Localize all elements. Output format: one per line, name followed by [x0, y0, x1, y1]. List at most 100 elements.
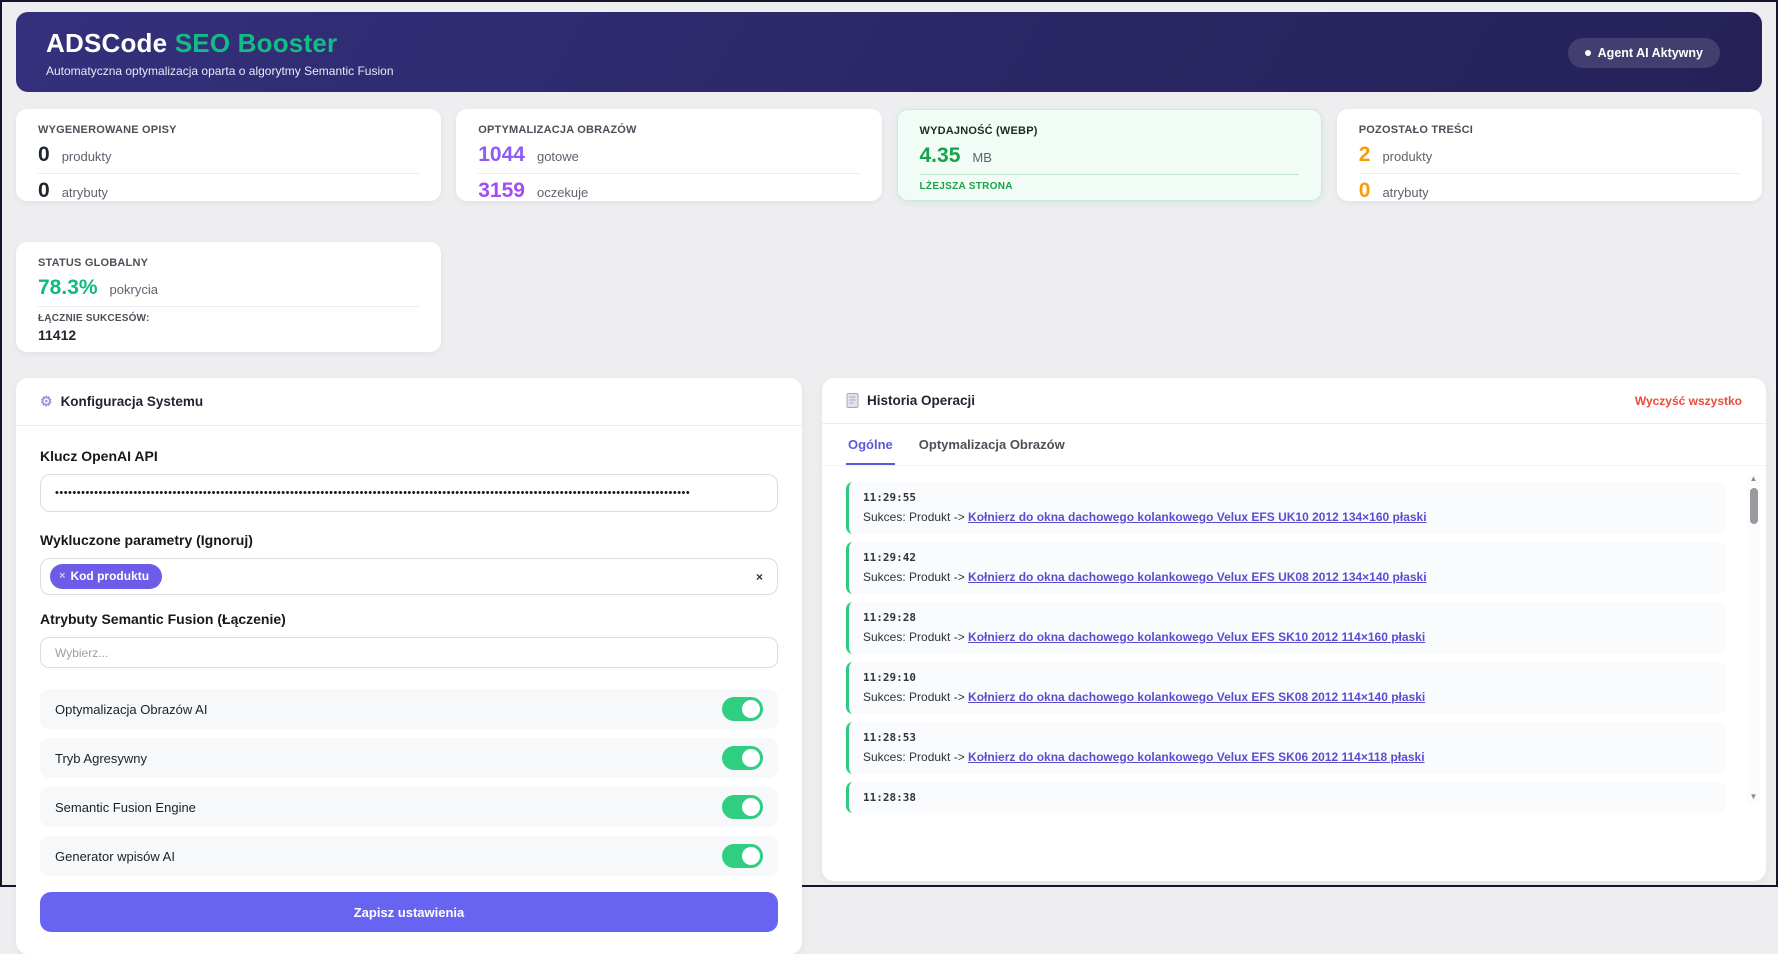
clear-all-link[interactable]: Wyczyść wszystko	[1635, 394, 1742, 408]
stat-value: 0	[38, 179, 50, 203]
stat-card-performance: WYDAJNOŚĆ (WEBP) 4.35 MB LŻEJSZA STRONA	[896, 109, 1322, 201]
fusion-attributes-label: Atrybuty Semantic Fusion (Łączenie)	[40, 611, 286, 627]
log-product-link[interactable]: Kołnierz do okna dachowego kolankowego V…	[968, 630, 1425, 644]
log-entry: 11:29:55 Sukces: Produkt -> Kołnierz do …	[846, 482, 1726, 534]
tag-remove-icon[interactable]: ×	[59, 570, 65, 582]
agent-badge-label: Agent AI Aktywny	[1597, 46, 1703, 60]
log-entry: 11:28:53 Sukces: Produkt -> Kołnierz do …	[846, 722, 1726, 774]
log-entry: 11:29:28 Sukces: Produkt -> Kołnierz do …	[846, 602, 1726, 654]
history-scrollbar[interactable]: ▲ ▼	[1747, 474, 1760, 804]
log-message: Sukces: Produkt -> Kołnierz do okna dach…	[863, 750, 1712, 764]
scroll-up-icon[interactable]: ▲	[1750, 474, 1758, 486]
tab-image-optimization[interactable]: Optymalizacja Obrazów	[917, 424, 1067, 465]
stat-value: 0	[1358, 179, 1371, 203]
stat-unit: atrybuty	[61, 185, 108, 201]
toggle-label: Generator wpisów AI	[55, 848, 175, 864]
stat-value: 78.3%	[38, 276, 98, 299]
scroll-down-icon[interactable]: ▼	[1750, 792, 1758, 804]
stat-value: 3159	[478, 179, 525, 203]
stat-unit: atrybuty	[1382, 185, 1429, 201]
log-time: 11:28:38	[863, 791, 916, 804]
toggle-label: Semantic Fusion Engine	[55, 799, 196, 815]
history-log-area: 11:29:55 Sukces: Produkt -> Kołnierz do …	[822, 466, 1766, 814]
toggle-switch[interactable]	[722, 844, 763, 868]
stat-unit: produkty	[1382, 149, 1433, 164]
toggle-knob	[742, 847, 760, 865]
config-panel-title: ⚙ Konfiguracja Systemu	[40, 393, 203, 410]
toggle-knob	[742, 700, 760, 718]
stat-value: 0	[38, 143, 50, 166]
log-time: 11:28:53	[863, 731, 916, 744]
log-message: Sukces: Produkt -> Kołnierz do okna dach…	[863, 690, 1712, 704]
document-icon	[846, 393, 859, 408]
log-entry: 11:29:10 Sukces: Produkt -> Kołnierz do …	[846, 662, 1726, 714]
excluded-param-tag[interactable]: × Kod produktu	[50, 564, 163, 589]
toggle-row-ai-posts-generator: Generator wpisów AI	[40, 836, 778, 876]
save-settings-button[interactable]: Zapisz ustawienia	[40, 892, 778, 932]
main-content: ⚙ Konfiguracja Systemu Klucz OpenAI API …	[16, 378, 1766, 954]
stat-card-footer: LŻEJSZA STRONA	[919, 181, 1013, 193]
stat-unit: gotowe	[536, 149, 579, 164]
fusion-attributes-input[interactable]	[40, 637, 778, 668]
stats-grid: WYGENEROWANE OPISY 0 produkty 0 atrybuty…	[16, 109, 1762, 352]
config-title-text: Konfiguracja Systemu	[60, 394, 204, 409]
log-product-link[interactable]: Kołnierz do okna dachowego kolankowego V…	[968, 510, 1427, 524]
toggle-row-aggressive-mode: Tryb Agresywny	[40, 738, 778, 778]
toggle-switch[interactable]	[722, 697, 763, 721]
history-title-text: Historia Operacji	[867, 393, 976, 408]
api-key-input[interactable]: ••••••••••••••••••••••••••••••••••••••••…	[40, 474, 778, 512]
log-time: 11:29:42	[863, 551, 916, 564]
divider	[919, 174, 1299, 176]
tag-label: Kod produktu	[70, 569, 150, 583]
stat-card-label: WYGENEROWANE OPISY	[38, 124, 177, 136]
stat-unit: produkty	[61, 149, 112, 164]
history-panel-header: Historia Operacji Wyczyść wszystko	[822, 378, 1766, 424]
agent-status-badge: Agent AI Aktywny	[1567, 38, 1720, 68]
stat-card-label: POZOSTAŁO TREŚCI	[1358, 124, 1473, 136]
divider	[38, 173, 420, 175]
excluded-params-select[interactable]: × Kod produktu ×	[40, 558, 778, 595]
stat-card-global-status: STATUS GLOBALNY 78.3% pokrycia ŁĄCZNIE S…	[16, 242, 442, 352]
stat-unit: MB	[972, 150, 992, 165]
history-panel: Historia Operacji Wyczyść wszystko Ogóln…	[822, 378, 1766, 881]
toggle-switch[interactable]	[722, 746, 763, 770]
stat-unit: oczekuje	[536, 185, 589, 201]
log-product-link[interactable]: Kołnierz do okna dachowego kolankowego V…	[968, 750, 1425, 764]
app-subtitle: Automatyczna optymalizacja oparta o algo…	[46, 64, 394, 78]
history-panel-title: Historia Operacji	[846, 393, 975, 408]
toggle-knob	[742, 749, 760, 767]
toggle-label: Tryb Agresywny	[55, 750, 147, 766]
config-body: Klucz OpenAI API •••••••••••••••••••••••…	[16, 426, 802, 954]
stat-card-label: WYDAJNOŚĆ (WEBP)	[919, 125, 1038, 137]
tab-general[interactable]: Ogólne	[846, 424, 895, 465]
divider	[478, 173, 860, 175]
log-product-link[interactable]: Kołnierz do okna dachowego kolankowego V…	[968, 570, 1427, 584]
log-message: Sukces: Produkt -> Kołnierz do okna dach…	[863, 630, 1712, 644]
log-prefix: Sukces: Produkt ->	[863, 690, 969, 704]
gear-icon: ⚙	[40, 393, 53, 409]
status-dot-icon	[1584, 50, 1591, 56]
log-product-link[interactable]: Kołnierz do okna dachowego kolankowego V…	[968, 690, 1425, 704]
stat-unit: pokrycia	[109, 282, 158, 297]
excluded-params-label: Wykluczone parametry (Ignoruj)	[40, 532, 253, 548]
app-title: ADSCode SEO Booster	[46, 28, 1732, 59]
log-prefix: Sukces: Produkt ->	[863, 630, 969, 644]
stat-card-label: OPTYMALIZACJA OBRAZÓW	[478, 124, 637, 136]
log-prefix: Sukces: Produkt ->	[863, 750, 969, 764]
stat-value: 2	[1358, 143, 1371, 166]
log-entry: 11:29:42 Sukces: Produkt -> Kołnierz do …	[846, 542, 1726, 594]
app-header: ADSCode SEO Booster Automatyczna optymal…	[16, 12, 1762, 92]
divider	[1358, 173, 1740, 175]
toggle-row-semantic-fusion: Semantic Fusion Engine	[40, 787, 778, 827]
log-message: Sukces: Produkt -> Kołnierz do okna dach…	[863, 510, 1712, 524]
toggle-knob	[742, 798, 760, 816]
total-successes-label: ŁĄCZNIE SUKCESÓW:	[38, 313, 150, 325]
history-tabs: Ogólne Optymalizacja Obrazów	[822, 424, 1766, 466]
stat-card-remaining: POZOSTAŁO TREŚCI 2 produkty 0 atrybuty	[1336, 109, 1762, 203]
toggle-row-image-optimization: Optymalizacja Obrazów AI	[40, 689, 778, 729]
log-time: 11:29:28	[863, 611, 916, 624]
toggle-switch[interactable]	[722, 795, 763, 819]
brand-name: ADSCode	[46, 28, 168, 58]
clear-selection-icon[interactable]: ×	[756, 570, 763, 584]
scrollbar-thumb[interactable]	[1749, 488, 1758, 524]
